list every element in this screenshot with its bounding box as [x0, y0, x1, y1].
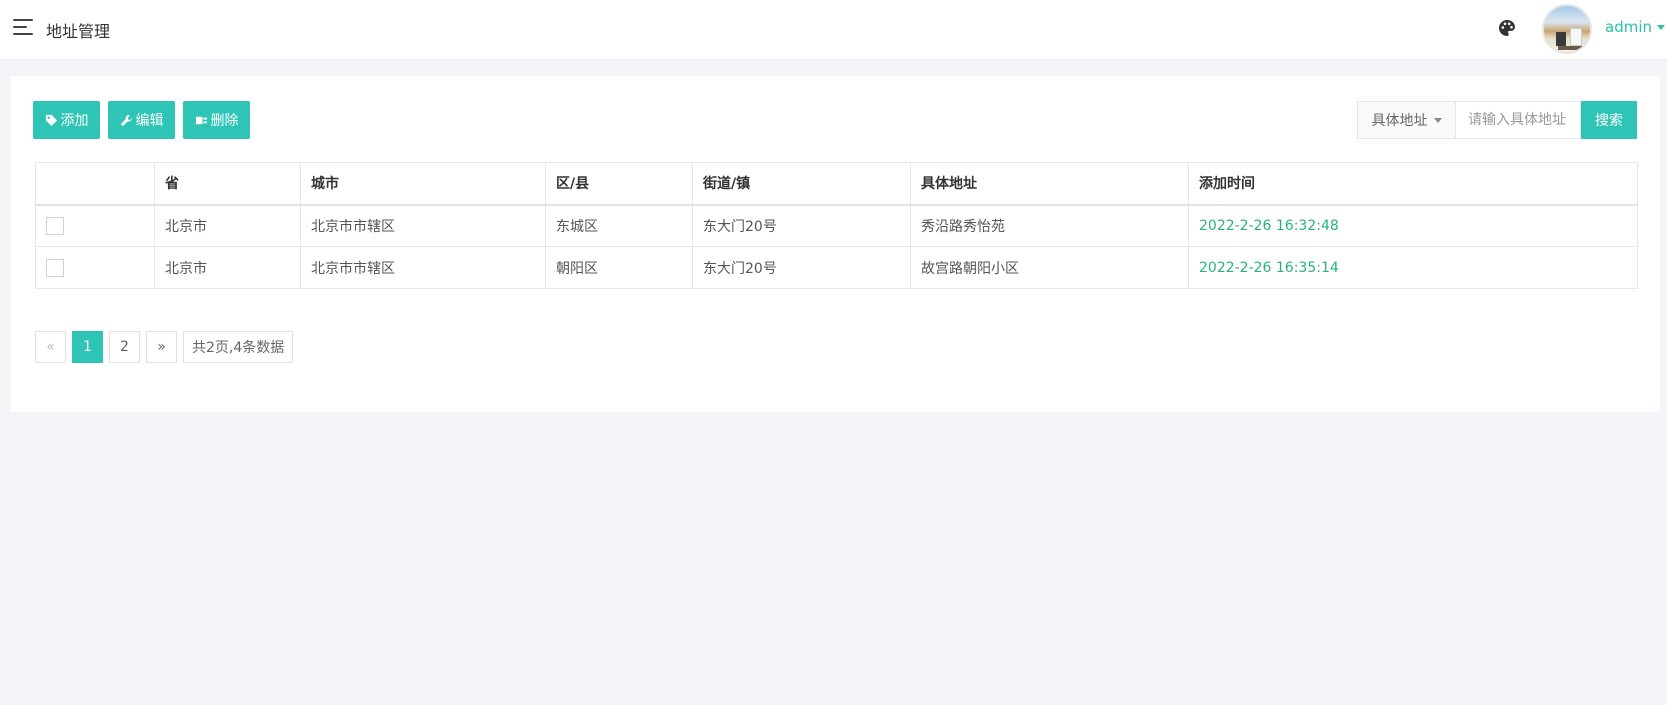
- column-header-added-time: 添加时间: [1188, 162, 1638, 205]
- column-header-street: 街道/镇: [692, 162, 911, 205]
- content-panel: 添加 编辑 删除 具体地址 搜索 省 城市 区/县 街道/镇 具体地址: [11, 76, 1660, 412]
- user-name: admin: [1605, 18, 1652, 36]
- address-table: 省 城市 区/县 街道/镇 具体地址 添加时间 北京市 北京市市辖区 东城区 东…: [35, 162, 1638, 289]
- palette-icon[interactable]: [1497, 18, 1517, 38]
- address-cell: 故宫路朝阳小区: [910, 246, 1189, 289]
- top-bar: 地址管理 admin: [0, 0, 1667, 60]
- column-header-district: 区/县: [545, 162, 693, 205]
- add-button[interactable]: 添加: [33, 101, 100, 139]
- row-checkbox[interactable]: [46, 258, 64, 277]
- menu-toggle-icon[interactable]: [13, 19, 35, 35]
- delete-button-label: 删除: [210, 113, 239, 129]
- column-header-city: 城市: [300, 162, 546, 205]
- pagination-next[interactable]: »: [146, 331, 177, 363]
- column-header-address: 具体地址: [910, 162, 1189, 205]
- avatar[interactable]: [1542, 4, 1592, 54]
- province-cell: 北京市: [154, 246, 301, 289]
- delete-button[interactable]: 删除: [183, 101, 250, 139]
- search-field-select[interactable]: 具体地址: [1357, 101, 1455, 139]
- search-field-label: 具体地址: [1371, 113, 1428, 129]
- city-cell: 北京市市辖区: [300, 246, 546, 289]
- search-bar: 具体地址 搜索: [1357, 101, 1637, 139]
- row-select-cell: [35, 246, 155, 289]
- district-cell: 朝阳区: [545, 246, 693, 289]
- table-row[interactable]: 北京市 北京市市辖区 朝阳区 东大门20号 故宫路朝阳小区 2022-2-26 …: [35, 246, 1638, 289]
- city-cell: 北京市市辖区: [300, 204, 546, 247]
- pagination: « 1 2 » 共2页,4条数据: [35, 331, 294, 363]
- pagination-summary: 共2页,4条数据: [183, 331, 294, 363]
- delete-icon: [195, 116, 207, 124]
- column-header-province: 省: [154, 162, 301, 205]
- search-input[interactable]: [1455, 101, 1581, 139]
- street-cell: 东大门20号: [692, 204, 911, 247]
- tag-icon: [45, 114, 57, 126]
- district-cell: 东城区: [545, 204, 693, 247]
- pagination-page-2[interactable]: 2: [109, 331, 140, 363]
- row-checkbox[interactable]: [46, 216, 64, 235]
- user-menu[interactable]: admin: [1605, 18, 1665, 36]
- column-header-select: [35, 162, 155, 205]
- chevron-down-icon: [1657, 25, 1665, 30]
- table-header-row: 省 城市 区/县 街道/镇 具体地址 添加时间: [35, 162, 1638, 205]
- province-cell: 北京市: [154, 204, 301, 247]
- page-title: 地址管理: [46, 22, 111, 41]
- edit-button-label: 编辑: [135, 113, 164, 129]
- address-cell: 秀沿路秀怡苑: [910, 204, 1189, 247]
- pagination-prev[interactable]: «: [35, 331, 66, 363]
- wrench-icon: [120, 114, 132, 126]
- add-button-label: 添加: [60, 113, 89, 129]
- pagination-page-1[interactable]: 1: [72, 331, 103, 363]
- row-select-cell: [35, 204, 155, 247]
- street-cell: 东大门20号: [692, 246, 911, 289]
- edit-button[interactable]: 编辑: [108, 101, 175, 139]
- table-row[interactable]: 北京市 北京市市辖区 东城区 东大门20号 秀沿路秀怡苑 2022-2-26 1…: [35, 204, 1638, 247]
- chevron-down-icon: [1433, 117, 1442, 123]
- added-time-cell: 2022-2-26 16:32:48: [1188, 204, 1638, 247]
- added-time-cell: 2022-2-26 16:35:14: [1188, 246, 1638, 289]
- search-button[interactable]: 搜索: [1581, 101, 1637, 139]
